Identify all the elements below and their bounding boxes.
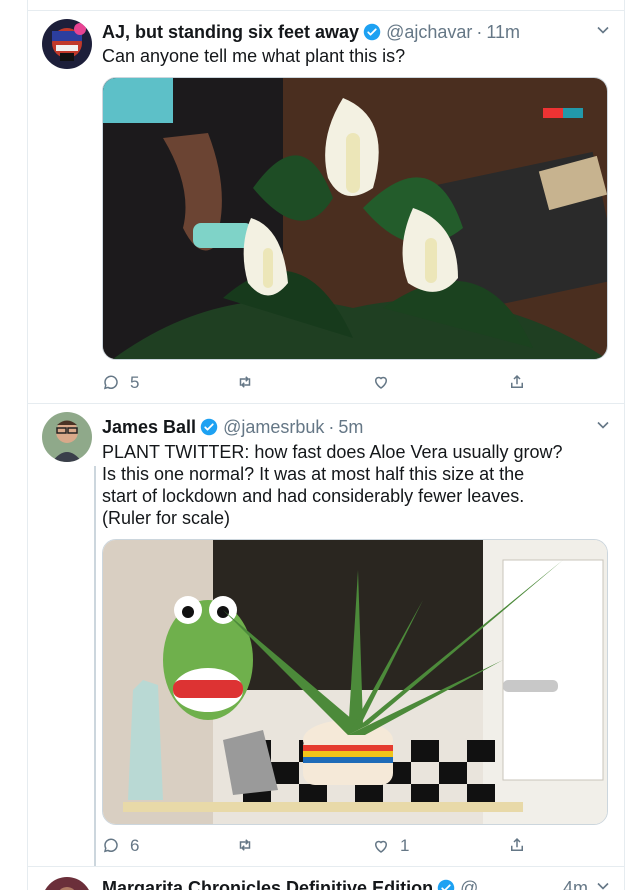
- tweet-header: James Ball @jamesrbuk · 5m: [102, 416, 610, 438]
- tweet-text: Can anyone tell me what plant this is?: [102, 46, 406, 66]
- share-icon: [511, 374, 523, 388]
- like-count: 1: [400, 836, 410, 855]
- user-handle[interactable]: @ajchavar: [386, 22, 472, 43]
- like-icon: [374, 840, 388, 853]
- tweet-actions: 6 1: [102, 836, 542, 858]
- display-name[interactable]: James Ball: [102, 417, 196, 438]
- user-handle[interactable]: @jamesrbuk: [223, 417, 324, 438]
- tweet-image[interactable]: [102, 539, 608, 825]
- timestamp[interactable]: 11m: [486, 22, 520, 43]
- chevron-down-icon[interactable]: [596, 23, 610, 37]
- share-icon: [511, 837, 523, 851]
- dot-separator: ·: [328, 416, 335, 437]
- tweet-header: Margarita Chronicles Definitive Edition …: [102, 877, 610, 890]
- reply-button[interactable]: 6: [102, 836, 139, 856]
- tweet[interactable]: James Ball @jamesrbuk · 5m PLANT TWITTER…: [28, 404, 624, 866]
- reply-count: 6: [130, 836, 140, 855]
- thread-line: [94, 466, 96, 866]
- avatar[interactable]: [42, 412, 92, 462]
- tweet[interactable]: Margarita Chronicles Definitive Edition …: [28, 867, 624, 890]
- retweet-icon: [239, 376, 251, 388]
- timestamp[interactable]: 5m: [338, 417, 363, 438]
- retweet-button[interactable]: [236, 373, 264, 391]
- tweet-text-line: (Ruler for scale): [102, 508, 231, 528]
- like-button[interactable]: 1: [372, 836, 409, 856]
- tweet-text-line: Is this one normal? It was at most half …: [102, 464, 525, 484]
- verified-badge-icon: [200, 418, 218, 436]
- column-border-right: [624, 0, 625, 890]
- display-name[interactable]: AJ, but standing six feet away: [102, 22, 359, 43]
- retweet-button[interactable]: [236, 836, 264, 854]
- verified-badge-icon: [363, 23, 381, 41]
- retweet-icon: [239, 839, 251, 851]
- tweet-header: AJ, but standing six feet away @ajchavar…: [102, 21, 610, 43]
- tweet-actions: 5: [102, 373, 542, 395]
- chevron-down-icon[interactable]: [596, 879, 610, 890]
- avatar[interactable]: [42, 877, 92, 890]
- dot-separator: ·: [476, 21, 483, 42]
- tweet[interactable]: AJ, but standing six feet away @ajchavar…: [28, 11, 624, 403]
- timestamp[interactable]: 4m: [563, 878, 588, 890]
- tweet-text-line: PLANT TWITTER: how fast does Aloe Vera u…: [102, 442, 563, 462]
- reply-button[interactable]: 5: [102, 373, 139, 393]
- avatar[interactable]: [42, 19, 92, 69]
- like-icon: [374, 376, 388, 389]
- share-button[interactable]: [508, 373, 526, 391]
- like-button[interactable]: [372, 373, 400, 391]
- display-name[interactable]: Margarita Chronicles Definitive Edition: [102, 878, 433, 890]
- share-button[interactable]: [508, 836, 526, 854]
- reply-icon: [103, 838, 118, 853]
- verified-badge-icon: [437, 879, 455, 890]
- tweet-text: PLANT TWITTER: how fast does Aloe Vera u…: [102, 441, 610, 529]
- tweet-image[interactable]: [102, 77, 608, 360]
- reply-icon: [103, 375, 118, 390]
- reply-count: 5: [130, 373, 140, 392]
- tweet-text-line: start of lockdown and had considerably f…: [102, 486, 525, 506]
- chevron-down-icon[interactable]: [596, 418, 610, 432]
- user-handle[interactable]: @...: [460, 878, 493, 890]
